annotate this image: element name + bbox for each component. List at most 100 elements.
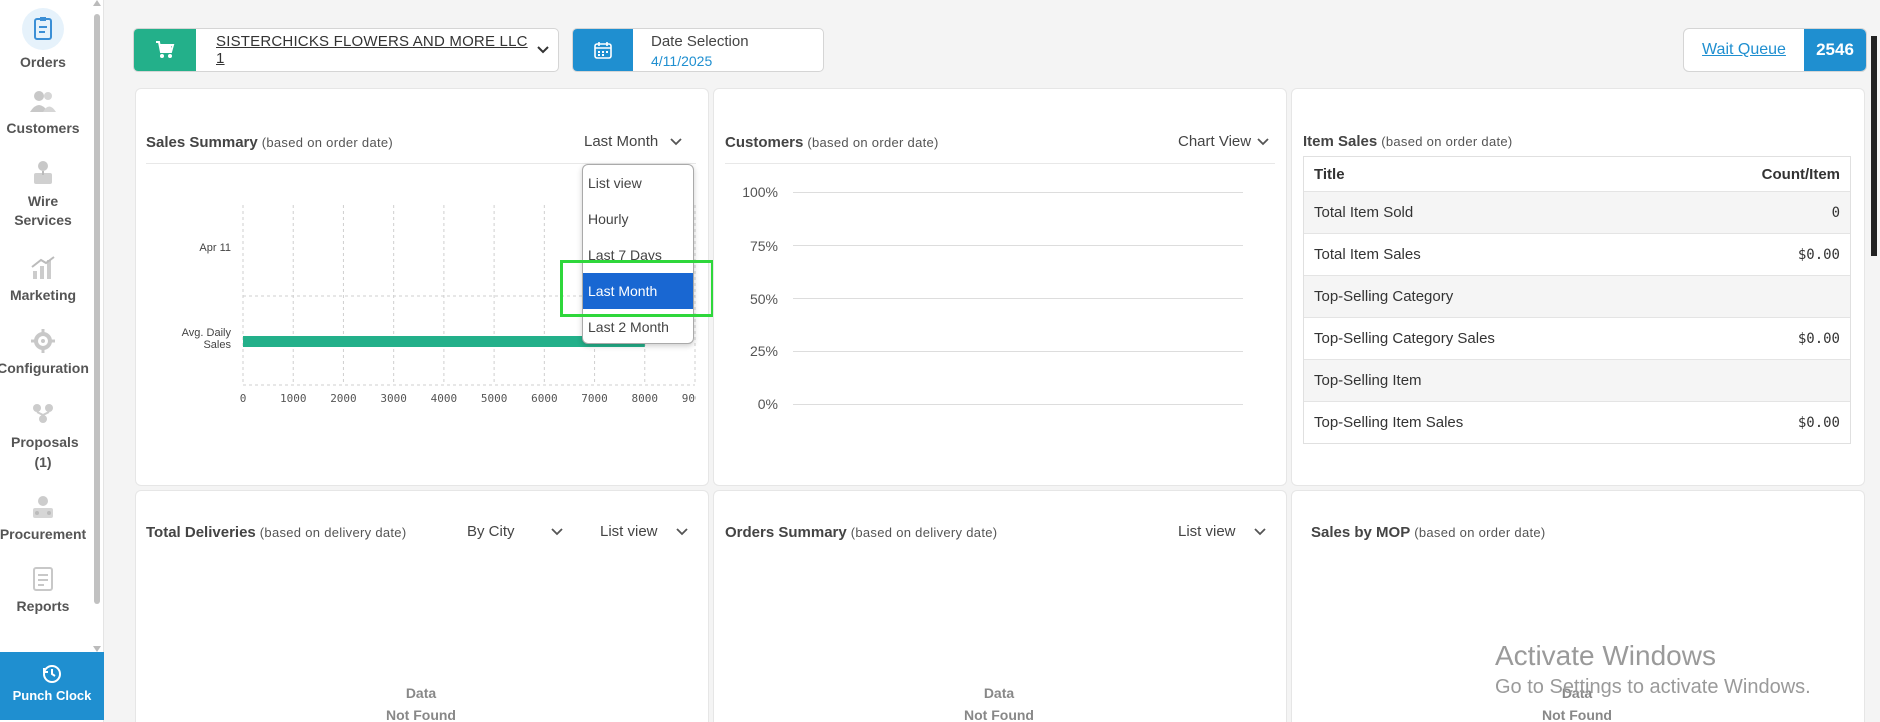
- y-tick-label: 100%: [742, 184, 778, 200]
- no-data-line: Data: [405, 685, 437, 701]
- customers-view-value: Chart View: [1178, 133, 1252, 150]
- deliveries-view-dropdown[interactable]: List view: [600, 523, 688, 540]
- grid-line: [793, 245, 1243, 246]
- table-row: Total Item Sales $0.00: [1304, 233, 1850, 275]
- scrollbar-thumb[interactable]: [94, 14, 100, 604]
- sidebar-item-orders[interactable]: Orders: [0, 8, 86, 70]
- sidebar-item-label: Configuration: [0, 360, 89, 376]
- column-header: Count/Item: [1761, 165, 1840, 183]
- highlight-box: [560, 260, 714, 317]
- sidebar-item-customers[interactable]: Customers: [0, 88, 86, 136]
- wire-services-icon: [34, 161, 52, 184]
- chevron-down-icon: [550, 527, 563, 535]
- y-tick-label: 0%: [757, 396, 778, 412]
- table-header: Title Count/Item: [1304, 157, 1850, 191]
- orders-view-dropdown[interactable]: List view: [1178, 523, 1266, 540]
- row-title: Top-Selling Category: [1314, 288, 1454, 305]
- no-data-line: Data: [983, 685, 1015, 701]
- chevron-down-icon: [1257, 137, 1269, 145]
- watermark-subtitle: Go to Settings to activate Windows.: [1495, 676, 1811, 698]
- sidebar-item-configuration[interactable]: Configuration: [0, 328, 94, 376]
- row-value: 0: [1831, 204, 1840, 221]
- calendar-icon: [594, 42, 612, 59]
- y-tick-label: 50%: [749, 291, 778, 307]
- sales-summary-subtitle: (based on order date): [261, 135, 394, 150]
- sidebar-item-reports[interactable]: Reports: [0, 566, 86, 614]
- no-data-message: Data Not Found: [361, 682, 481, 722]
- period-option-list-view[interactable]: List view: [583, 165, 693, 201]
- orders-view-value: List view: [1178, 523, 1236, 540]
- column-header: Title: [1314, 165, 1345, 183]
- chevron-down-icon: [537, 46, 549, 54]
- row-value: $0.00: [1797, 414, 1840, 431]
- sidebar: Orders Customers Wire Services Marketing…: [0, 0, 104, 722]
- customers-title: Customers (based on order date): [725, 134, 939, 151]
- item-sales-table: Title Count/Item Total Item Sold 0 Total I…: [1303, 156, 1851, 444]
- deliveries-group-dropdown[interactable]: By City: [467, 523, 563, 540]
- no-data-line: Not Found: [1542, 707, 1612, 722]
- orders-icon: [34, 17, 52, 40]
- period-option-hourly[interactable]: Hourly: [583, 201, 693, 237]
- marketing-icon: [31, 256, 55, 279]
- proposals-icon: [33, 404, 53, 423]
- window-edge: [1871, 36, 1877, 256]
- grid-line: [793, 351, 1243, 352]
- row-title: Total Item Sold: [1314, 204, 1414, 221]
- store-selector[interactable]: SISTERCHICKS FLOWERS AND MORE LLC 1: [133, 28, 559, 72]
- sidebar-item-proposals[interactable]: Proposals (1): [0, 400, 86, 472]
- table-row: Top-Selling Item: [1304, 359, 1850, 401]
- no-data-message: Data Not Found: [939, 682, 1059, 722]
- customers-subtitle: (based on order date): [807, 135, 939, 150]
- no-data-line: Not Found: [386, 707, 456, 722]
- store-name: SISTERCHICKS FLOWERS AND MORE LLC 1: [216, 33, 528, 67]
- grid-line: [793, 404, 1243, 405]
- sidebar-item-label: Marketing: [9, 287, 77, 303]
- sidebar-item-procurement[interactable]: Procurement: [0, 494, 94, 542]
- no-data-line: Not Found: [964, 707, 1034, 722]
- table-row: Total Item Sold 0: [1304, 191, 1850, 233]
- sales-by-mop-subtitle: (based on order date): [1414, 525, 1546, 540]
- row-value: $0.00: [1797, 246, 1840, 263]
- reports-icon: [33, 567, 53, 591]
- date-value: 4/11/2025: [651, 53, 713, 69]
- customers-view-dropdown[interactable]: Chart View: [1178, 133, 1269, 150]
- row-value: $0.00: [1797, 330, 1840, 347]
- sidebar-item-marketing[interactable]: Marketing: [0, 255, 86, 303]
- grid-line: [793, 192, 1243, 193]
- sidebar-item-label: Customers: [6, 120, 80, 136]
- period-dropdown-menu: List view Hourly Last 7 Days Last Month …: [582, 164, 694, 344]
- grid-line: [793, 298, 1243, 299]
- period-value: Last Month: [584, 133, 659, 150]
- sidebar-item-label: Procurement: [0, 526, 87, 542]
- total-deliveries-title: Total Deliveries (based on delivery date): [146, 524, 407, 541]
- table-row: Top-Selling Item Sales $0.00: [1304, 401, 1850, 443]
- row-title: Top-Selling Item Sales: [1314, 414, 1464, 431]
- deliveries-view-value: List view: [600, 523, 658, 540]
- punch-clock-button[interactable]: Punch Clock: [0, 652, 104, 720]
- sales-summary-period-dropdown[interactable]: Last Month: [584, 133, 682, 150]
- sidebar-scrollbar[interactable]: [92, 0, 102, 660]
- scroll-up-icon[interactable]: [93, 0, 101, 6]
- configuration-icon: [31, 329, 55, 353]
- wait-queue[interactable]: Wait Queue 2546: [1683, 28, 1867, 72]
- item-sales-title: Item Sales (based on order date): [1303, 133, 1513, 150]
- sidebar-item-wire-services[interactable]: Wire Services: [0, 160, 86, 230]
- wait-queue-link[interactable]: Wait Queue: [1684, 29, 1804, 71]
- row-title: Top-Selling Item: [1314, 372, 1422, 389]
- wait-queue-count: 2546: [1804, 29, 1866, 71]
- sidebar-item-label: Reports: [16, 598, 70, 614]
- total-deliveries-subtitle: (based on delivery date): [259, 525, 407, 540]
- sidebar-item-label: Wire Services: [14, 193, 72, 228]
- orders-summary-title: Orders Summary (based on delivery date): [725, 524, 998, 541]
- y-tick-label: 75%: [749, 238, 778, 254]
- sales-summary-title: Sales Summary (based on order date): [146, 134, 394, 151]
- activate-windows-watermark: Activate Windows Go to Settings to activ…: [1495, 640, 1811, 699]
- date-selector[interactable]: Date Selection 4/11/2025: [572, 28, 824, 72]
- table-row: Top-Selling Category: [1304, 275, 1850, 317]
- chevron-down-icon: [675, 527, 688, 535]
- divider: [725, 163, 1275, 164]
- sales-by-mop-title: Sales by MOP (based on order date): [1311, 524, 1546, 541]
- cart-icon: [156, 41, 175, 58]
- chevron-down-icon: [1253, 527, 1266, 535]
- customers-icon: [30, 91, 56, 112]
